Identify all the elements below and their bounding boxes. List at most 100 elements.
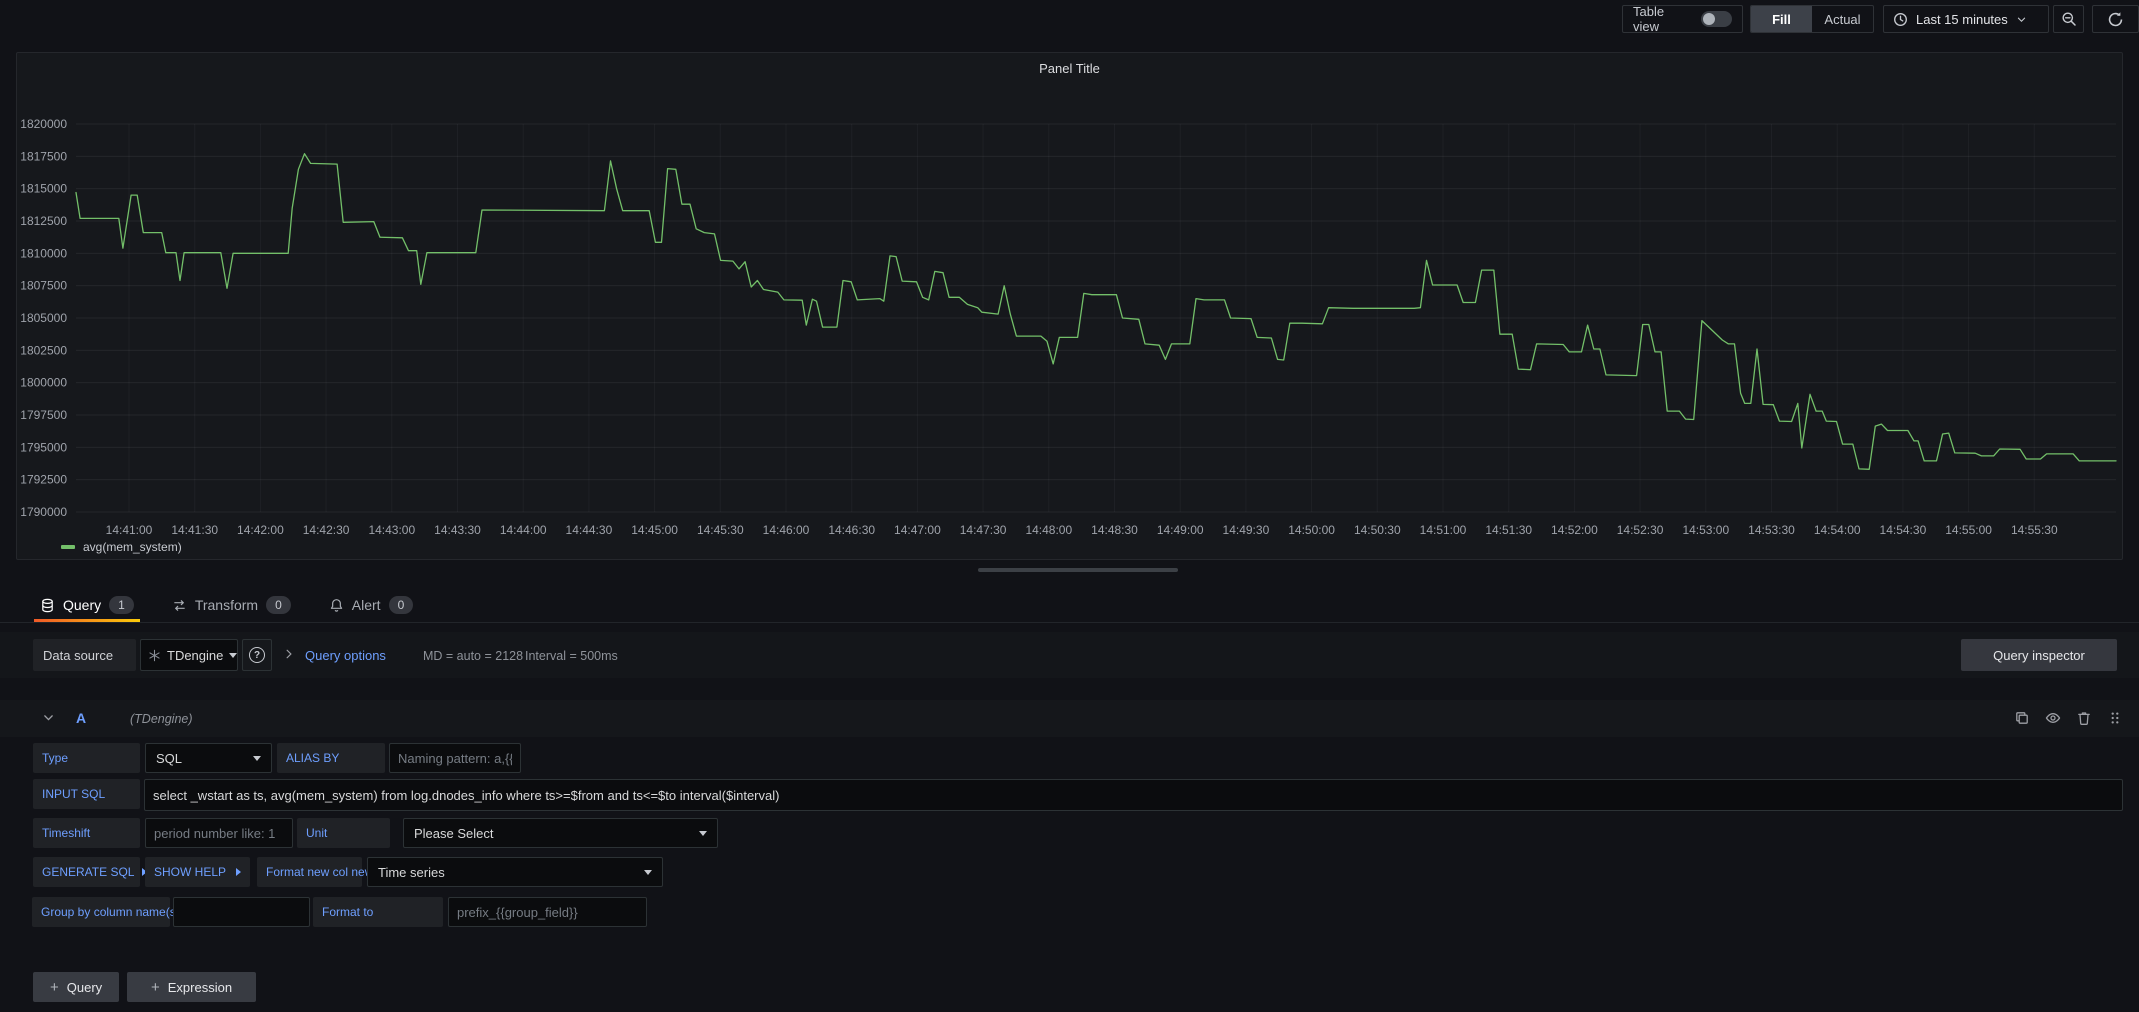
show-help-label: SHOW HELP (154, 865, 226, 879)
database-icon (40, 598, 55, 613)
plus-icon (151, 980, 160, 995)
refresh-button[interactable] (2092, 5, 2139, 33)
collapse-chevron-icon[interactable] (42, 711, 55, 724)
datasource-value: TDengine (167, 648, 223, 663)
y-axis-tick-label: 1812500 (20, 214, 67, 228)
format-label: Format new col new (257, 857, 362, 887)
format-select-value: Time series (378, 865, 445, 880)
delete-query-trash-icon[interactable] (2076, 710, 2092, 726)
panel-resize-handle[interactable] (978, 568, 1178, 572)
x-axis-tick-label: 14:43:00 (368, 523, 415, 537)
x-axis-tick-label: 14:46:00 (763, 523, 810, 537)
table-view-toggle-group[interactable]: Table view (1622, 5, 1743, 33)
type-select[interactable]: SQL (145, 743, 272, 773)
x-axis-tick-label: 14:47:00 (894, 523, 941, 537)
y-axis-tick-label: 1810000 (20, 246, 67, 260)
tab-alert-count-badge: 0 (389, 596, 414, 614)
table-view-toggle[interactable] (1701, 11, 1732, 27)
legend-series-swatch (61, 545, 75, 549)
x-axis-tick-label: 14:49:30 (1223, 523, 1270, 537)
tab-query-label: Query (63, 597, 101, 613)
zoom-out-button[interactable] (2053, 5, 2084, 33)
chart-area[interactable]: 1820000181750018150001812500181000018075… (17, 53, 2122, 559)
unit-select[interactable]: Please Select (403, 818, 718, 848)
x-axis-tick-label: 14:53:30 (1748, 523, 1795, 537)
zoom-out-icon (2061, 11, 2077, 27)
unit-select-value: Please Select (414, 826, 494, 841)
chevron-down-icon (229, 653, 237, 658)
tab-transform-label: Transform (195, 597, 258, 613)
tab-transform[interactable]: Transform 0 (166, 588, 297, 622)
x-axis-tick-label: 14:55:00 (1945, 523, 1992, 537)
datasource-bar: Data source TDengine Query options MD = … (0, 632, 2139, 678)
fill-button[interactable]: Fill (1751, 6, 1812, 32)
format-to-input[interactable] (448, 897, 647, 927)
x-axis-tick-label: 14:52:30 (1617, 523, 1664, 537)
x-axis-tick-label: 14:43:30 (434, 523, 481, 537)
x-axis-tick-label: 14:45:30 (697, 523, 744, 537)
timeshift-input[interactable] (145, 818, 293, 848)
x-axis-tick-label: 14:51:00 (1420, 523, 1467, 537)
x-axis-tick-label: 14:41:30 (171, 523, 218, 537)
drag-handle-icon[interactable] (2107, 710, 2123, 726)
add-query-button[interactable]: Query (33, 972, 119, 1002)
y-axis-tick-label: 1817500 (20, 149, 67, 163)
show-help-button[interactable]: SHOW HELP (145, 857, 250, 887)
grafana-panel-editor: Table view Fill Actual Last 15 minutes P… (0, 0, 2139, 1012)
alias-by-input[interactable] (389, 743, 521, 773)
y-axis-tick-label: 1805000 (20, 311, 67, 325)
actual-button[interactable]: Actual (1812, 6, 1873, 32)
hide-query-eye-icon[interactable] (2045, 710, 2061, 726)
type-select-value: SQL (156, 751, 182, 766)
toggle-knob (1703, 13, 1715, 25)
x-axis-tick-label: 14:53:00 (1682, 523, 1729, 537)
chart-legend[interactable]: avg(mem_system) (61, 540, 182, 554)
datasource-help-button[interactable] (242, 639, 272, 671)
add-expression-button[interactable]: Expression (127, 972, 256, 1002)
y-axis-tick-label: 1797500 (20, 408, 67, 422)
x-axis-tick-label: 14:41:00 (106, 523, 153, 537)
x-axis-tick-label: 14:44:30 (566, 523, 613, 537)
x-axis-tick-label: 14:42:30 (303, 523, 350, 537)
datasource-label: Data source (33, 639, 136, 671)
query-options-link[interactable]: Query options (305, 648, 386, 663)
y-axis-tick-label: 1792500 (20, 473, 67, 487)
tab-alert[interactable]: Alert 0 (323, 588, 419, 622)
x-axis-tick-label: 14:46:30 (828, 523, 875, 537)
tab-query-count-badge: 1 (109, 596, 134, 614)
duplicate-query-icon[interactable] (2014, 710, 2030, 726)
y-axis-tick-label: 1802500 (20, 343, 67, 357)
group-by-input[interactable] (173, 897, 310, 927)
tab-alert-label: Alert (352, 597, 381, 613)
tab-query[interactable]: Query 1 (34, 588, 140, 622)
x-axis-tick-label: 14:42:00 (237, 523, 284, 537)
input-sql-input[interactable] (144, 779, 2123, 811)
chevron-right-icon[interactable] (283, 648, 295, 660)
generate-sql-button[interactable]: GENERATE SQL (33, 857, 140, 887)
time-range-picker[interactable]: Last 15 minutes (1883, 5, 2049, 33)
x-axis-tick-label: 14:50:00 (1288, 523, 1335, 537)
x-axis-tick-label: 14:51:30 (1485, 523, 1532, 537)
query-datasource-hint: (TDengine) (130, 712, 193, 726)
x-axis-tick-label: 14:50:30 (1354, 523, 1401, 537)
query-options-interval-text: Interval = 500ms (525, 649, 618, 663)
input-sql-label: INPUT SQL (33, 779, 140, 809)
chevron-down-icon (699, 831, 707, 836)
x-axis-tick-label: 14:52:00 (1551, 523, 1598, 537)
y-axis-tick-label: 1815000 (20, 182, 67, 196)
y-axis-tick-label: 1807500 (20, 279, 67, 293)
chevron-down-icon (644, 870, 652, 875)
x-axis-tick-label: 14:48:00 (1025, 523, 1072, 537)
datasource-picker[interactable]: TDengine (140, 639, 238, 671)
query-inspector-button[interactable]: Query inspector (1961, 639, 2117, 671)
query-row-header: A (TDengine) (0, 700, 2139, 737)
x-axis-tick-label: 14:55:30 (2011, 523, 2058, 537)
legend-series-label: avg(mem_system) (83, 540, 182, 554)
format-select[interactable]: Time series (367, 857, 663, 887)
type-label: Type (33, 743, 140, 773)
display-mode-segmented: Fill Actual (1750, 5, 1874, 33)
panel: Panel Title 1820000181750018150001812500… (16, 52, 2123, 560)
chevron-down-icon (253, 756, 261, 761)
x-axis-tick-label: 14:48:30 (1091, 523, 1138, 537)
tabs-divider (0, 622, 2139, 623)
